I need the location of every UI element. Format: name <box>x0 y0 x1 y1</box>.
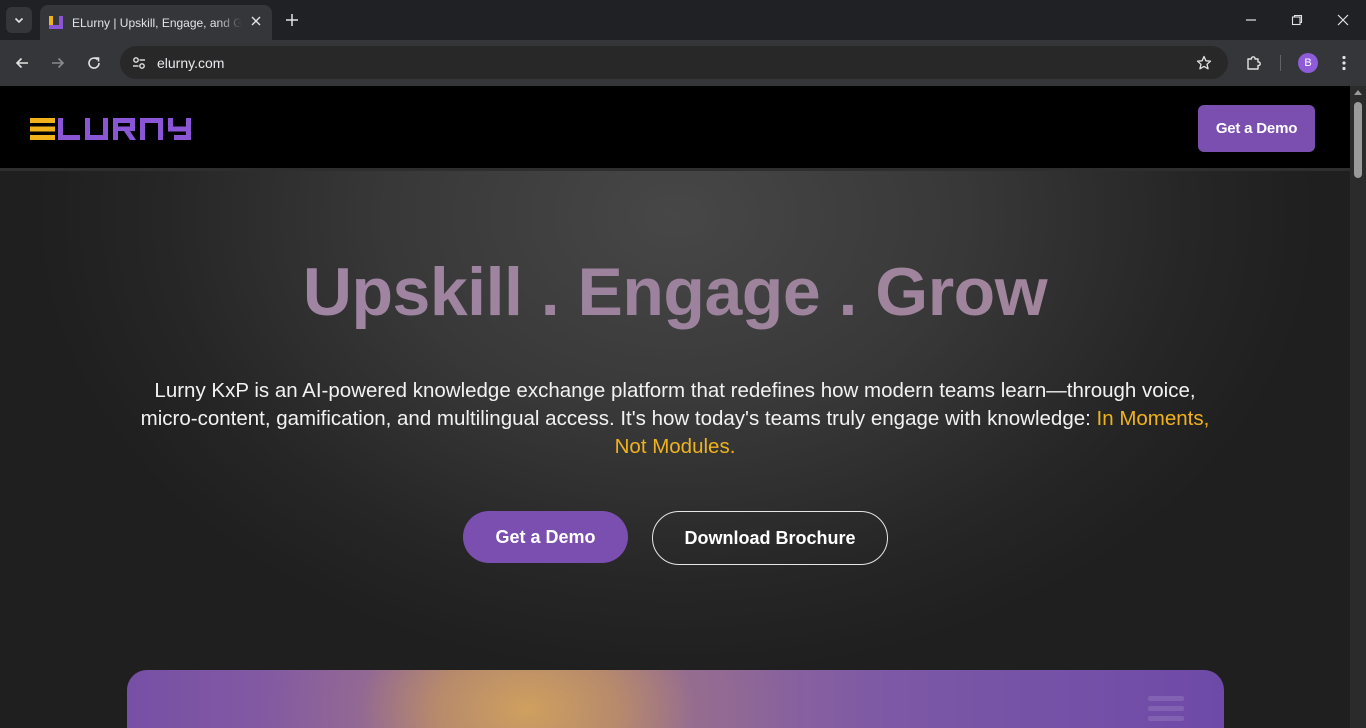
new-tab-button[interactable] <box>282 10 302 30</box>
scrollbar-thumb[interactable] <box>1354 102 1362 178</box>
forward-button[interactable] <box>47 52 69 74</box>
toolbar-separator <box>1280 55 1281 71</box>
header-get-demo-button[interactable]: Get a Demo <box>1198 105 1315 152</box>
star-icon <box>1196 55 1212 70</box>
plus-icon <box>286 14 298 26</box>
kebab-menu-icon <box>1342 55 1346 71</box>
elurny-favicon-icon <box>48 15 64 31</box>
download-brochure-button[interactable]: Download Brochure <box>652 511 888 565</box>
tab-strip: ELurny | Upskill, Engage, and Grow <box>0 0 1366 40</box>
scroll-up-arrow-icon[interactable] <box>1354 90 1362 95</box>
reload-button[interactable] <box>83 52 105 74</box>
reload-icon <box>88 57 100 69</box>
tune-icon <box>133 57 145 69</box>
tab-title: ELurny | Upskill, Engage, and Grow <box>72 15 242 30</box>
arrow-left-icon <box>15 57 28 69</box>
hero-title: Upskill . Engage . Grow <box>0 252 1350 332</box>
card-menu-icon <box>1148 696 1184 726</box>
tab-close-button[interactable] <box>248 13 264 29</box>
hero-preview-card <box>127 670 1224 728</box>
extensions-button[interactable] <box>1243 52 1265 74</box>
url-text[interactable]: elurny.com <box>157 55 224 71</box>
address-bar[interactable]: elurny.com <box>120 46 1228 79</box>
tab-search-button[interactable] <box>6 7 32 33</box>
profile-avatar[interactable]: B <box>1298 53 1318 73</box>
page-viewport: Get a Demo Upskill . Engage . Grow Lurny… <box>0 86 1350 728</box>
chevron-down-icon <box>14 17 24 24</box>
restore-icon <box>1291 14 1303 26</box>
minimize-icon <box>1246 19 1256 21</box>
restore-window-button[interactable] <box>1287 10 1307 30</box>
browser-menu-button[interactable] <box>1334 52 1354 74</box>
browser-toolbar: elurny.com B <box>0 40 1366 86</box>
site-info-button[interactable] <box>128 52 150 74</box>
back-button[interactable] <box>11 52 33 74</box>
page-scrollbar[interactable] <box>1350 86 1366 728</box>
hero-subtitle-text: Lurny KxP is an AI-powered knowledge exc… <box>140 379 1196 430</box>
close-icon <box>251 16 261 26</box>
hero-get-demo-button[interactable]: Get a Demo <box>463 511 628 563</box>
minimize-window-button[interactable] <box>1241 10 1261 30</box>
site-header: Get a Demo <box>0 86 1350 171</box>
puzzle-icon <box>1247 56 1261 70</box>
browser-tab-active[interactable]: ELurny | Upskill, Engage, and Grow <box>40 5 272 40</box>
bookmark-button[interactable] <box>1194 53 1214 73</box>
close-icon <box>1337 14 1349 26</box>
close-window-button[interactable] <box>1333 10 1353 30</box>
elurny-logo[interactable] <box>30 118 202 140</box>
arrow-right-icon <box>52 57 65 69</box>
hero-subtitle: Lurny KxP is an AI-powered knowledge exc… <box>130 377 1220 461</box>
